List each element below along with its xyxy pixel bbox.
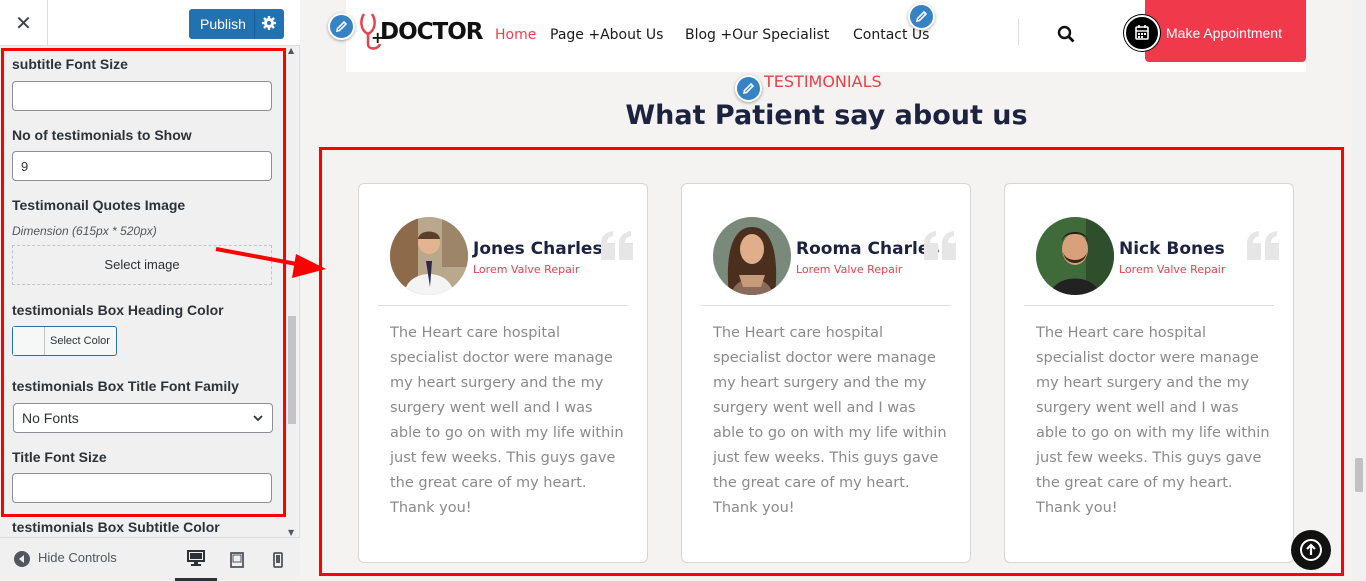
gear-icon[interactable] — [261, 15, 277, 31]
nav-page-about-us[interactable]: Page +About Us — [550, 27, 663, 43]
preview-scroll-thumb[interactable] — [1355, 458, 1363, 492]
highlight-box-controls — [1, 48, 286, 517]
testimonial-name: Rooma Charles — [796, 239, 940, 259]
pencil-icon — [915, 10, 928, 23]
testimonial-card: Nick Bones Lorem Valve Repair The Heart … — [1004, 183, 1294, 563]
box-subtitle-color-label: testimonials Box Subtitle Color — [12, 519, 220, 535]
collapse-icon — [14, 550, 30, 567]
quote-icon — [601, 231, 633, 260]
publish-button[interactable]: Publish — [189, 9, 284, 39]
quote-icon — [924, 231, 956, 260]
site-preview: + DOCTOR Home Page +About Us Blog +Our S… — [301, 0, 1352, 580]
hide-controls-label: Hide Controls — [38, 550, 117, 565]
scroll-down-icon[interactable]: ▼ — [288, 528, 294, 537]
calendar-icon — [1124, 15, 1160, 51]
avatar — [1036, 217, 1114, 295]
testimonial-name: Nick Bones — [1119, 239, 1225, 259]
site-header: + DOCTOR Home Page +About Us Blog +Our S… — [346, 0, 1306, 72]
testimonial-role: Lorem Valve Repair — [473, 263, 580, 276]
testimonial-name: Jones Charles — [473, 239, 603, 259]
section-subtitle: TESTIMONIALS — [764, 72, 882, 91]
edit-shortcut-menu[interactable] — [908, 3, 935, 30]
mobile-icon — [273, 551, 283, 568]
testimonial-text: The Heart care hospital specialist docto… — [390, 325, 624, 516]
preview-tablet-button[interactable] — [216, 538, 258, 581]
avatar — [390, 217, 468, 295]
testimonial-text: The Heart care hospital specialist docto… — [713, 325, 947, 516]
preview-mobile-button[interactable] — [257, 538, 299, 581]
preview-desktop-button[interactable] — [175, 538, 217, 581]
card-divider — [1024, 305, 1274, 306]
close-icon: ✕ — [15, 11, 32, 35]
avatar — [713, 217, 791, 295]
search-icon[interactable] — [1057, 25, 1075, 43]
logo-text: DOCTOR — [380, 19, 483, 45]
nav-home[interactable]: Home — [495, 27, 536, 43]
testimonial-card: Rooma Charles Lorem Valve Repair The Hea… — [681, 183, 971, 563]
make-appointment-label: Make Appointment — [1166, 25, 1282, 41]
edit-shortcut-testimonials[interactable] — [735, 75, 762, 102]
nav-divider — [1018, 18, 1019, 46]
card-divider — [701, 305, 951, 306]
scroll-thumb[interactable] — [288, 316, 296, 424]
customizer-panel: ✕ Publish subtitle Font Size No of testi… — [0, 0, 300, 581]
nav-blog-our-specialist[interactable]: Blog +Our Specialist — [685, 27, 829, 43]
panel-scrollbar[interactable]: ▲ ▼ — [286, 46, 298, 537]
desktop-icon — [187, 550, 205, 566]
section-heading: What Patient say about us — [625, 100, 1028, 131]
hide-controls-button[interactable]: Hide Controls — [14, 550, 117, 567]
make-appointment-button[interactable]: Make Appointment — [1145, 0, 1306, 62]
testimonial-card: Jones Charles Lorem Valve Repair The Hea… — [358, 183, 648, 563]
customizer-footer: Hide Controls — [0, 537, 300, 581]
site-logo[interactable]: + DOCTOR — [358, 12, 483, 52]
edit-shortcut-logo[interactable] — [328, 13, 355, 40]
testimonial-text: The Heart care hospital specialist docto… — [1036, 325, 1270, 516]
customizer-header: ✕ Publish — [0, 0, 300, 46]
testimonial-role: Lorem Valve Repair — [796, 263, 903, 276]
pencil-icon — [335, 20, 348, 33]
preview-scrollbar[interactable] — [1352, 0, 1366, 580]
quote-icon — [1247, 231, 1279, 260]
tablet-icon — [230, 551, 244, 568]
publish-label: Publish — [200, 16, 246, 32]
arrow-up-icon — [1300, 539, 1322, 561]
back-to-top-button[interactable] — [1291, 530, 1331, 570]
card-divider — [378, 305, 628, 306]
testimonial-role: Lorem Valve Repair — [1119, 263, 1226, 276]
scroll-up-icon[interactable]: ▲ — [288, 46, 294, 55]
close-button[interactable]: ✕ — [0, 0, 48, 46]
pencil-icon — [742, 82, 755, 95]
